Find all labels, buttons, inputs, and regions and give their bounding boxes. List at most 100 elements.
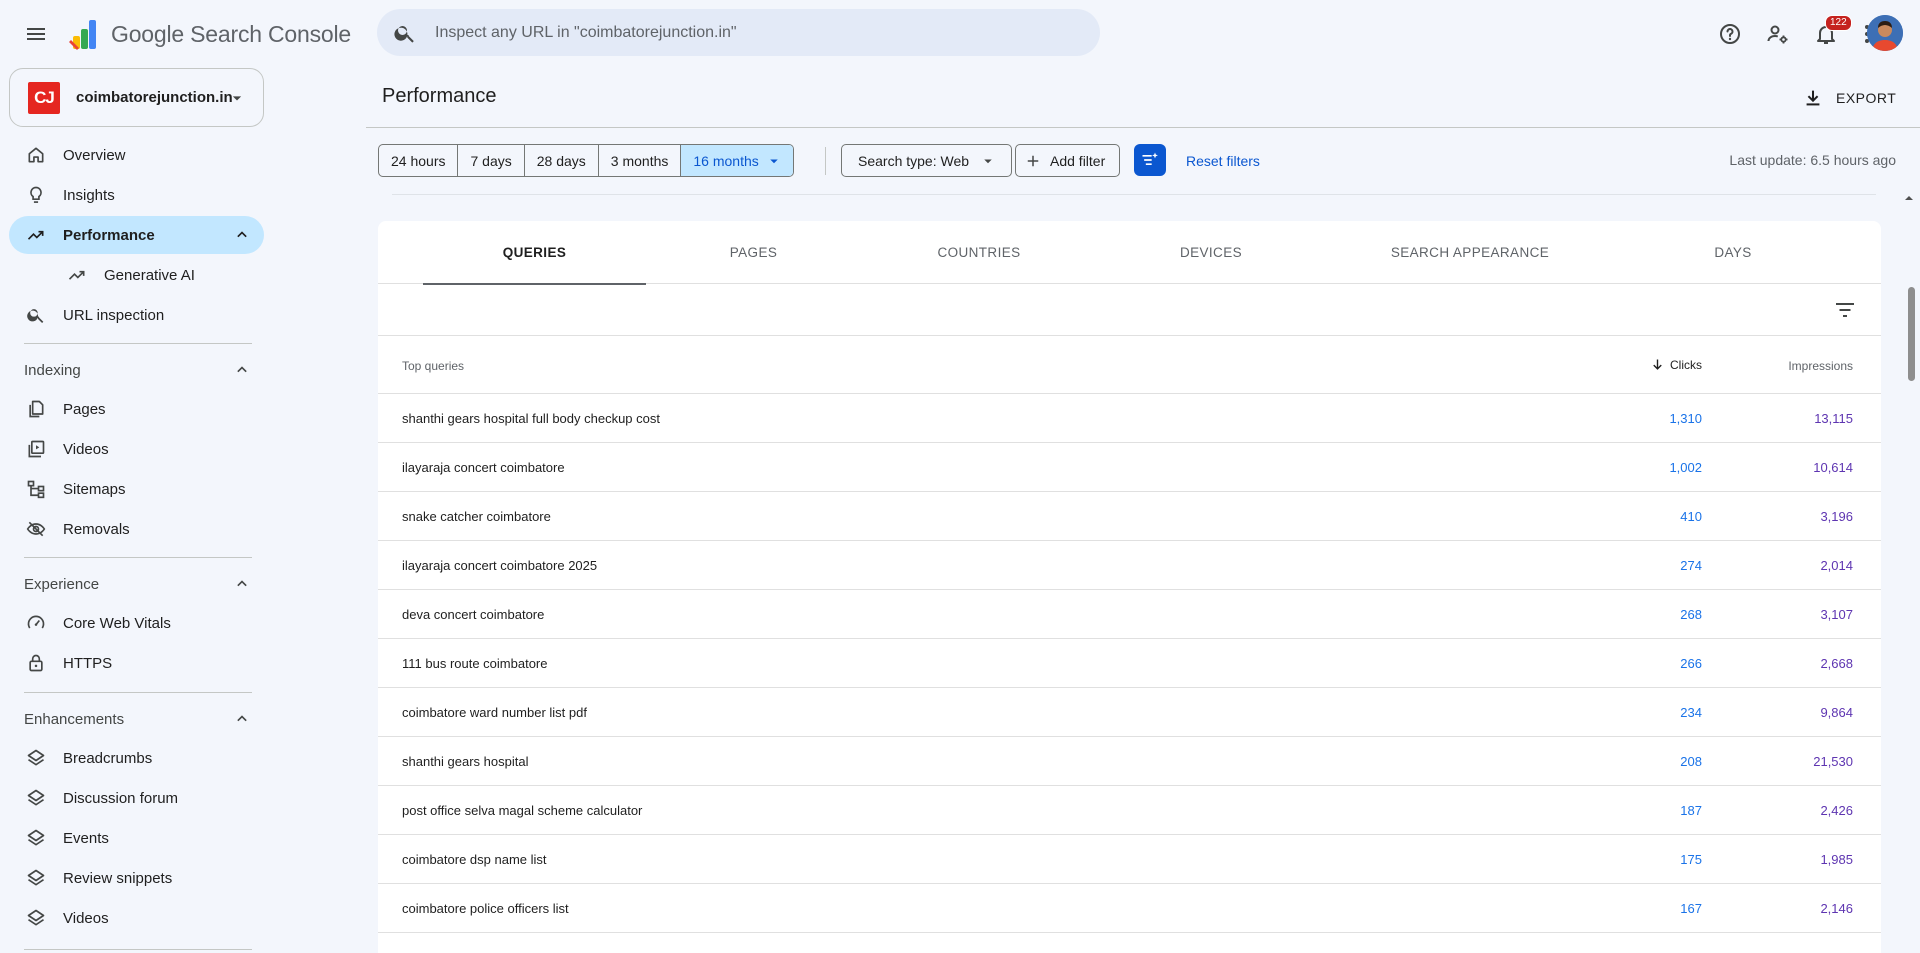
table-row[interactable]: coimbatore dsp name list 175 1,985 (378, 835, 1881, 884)
nav-removals[interactable]: Removals (9, 510, 264, 548)
nav-review-snippets[interactable]: Review snippets (9, 859, 264, 897)
table-toolbar (378, 284, 1881, 336)
chevron-up-icon[interactable] (232, 225, 252, 245)
tab-pages[interactable]: PAGES (646, 221, 861, 284)
app-brand[interactable]: Google Search Console (67, 15, 351, 53)
scrollbar-thumb[interactable] (1908, 287, 1915, 381)
search-console-logo-icon (69, 20, 96, 50)
clicks-cell: 208 (1680, 754, 1702, 769)
section-enhancements[interactable]: Enhancements (9, 701, 264, 737)
column-header-clicks[interactable]: Clicks (1650, 357, 1702, 372)
dropdown-caret-icon (770, 159, 778, 163)
tab-search-appearance[interactable]: SEARCH APPEARANCE (1325, 221, 1615, 284)
nav-url-inspection[interactable]: URL inspection (9, 296, 264, 334)
add-filter-button[interactable]: Add filter (1015, 144, 1121, 177)
nav-insights-label: Insights (63, 186, 115, 204)
nav-videos-enhancements[interactable]: Videos (9, 899, 264, 937)
report-card: QUERIES PAGES COUNTRIES DEVICES SEARCH A… (378, 221, 1881, 953)
nav-performance-label: Performance (63, 226, 155, 244)
export-button[interactable]: EXPORT (1802, 82, 1896, 114)
filter-settings-button[interactable] (1134, 144, 1166, 176)
impressions-cell: 3,196 (1820, 509, 1853, 524)
table-row[interactable]: snake catcher coimbatore 410 3,196 (378, 492, 1881, 541)
filter-separator (825, 147, 826, 175)
nav-insights[interactable]: Insights (9, 176, 264, 214)
impressions-cell: 2,014 (1820, 558, 1853, 573)
nav-discussion-forum[interactable]: Discussion forum (9, 779, 264, 817)
sitemap-icon (27, 480, 45, 499)
tab-queries[interactable]: QUERIES (423, 221, 646, 285)
table-row[interactable]: coimbatore police officers list 167 2,146 (378, 884, 1881, 933)
tab-days[interactable]: DAYS (1615, 221, 1851, 284)
query-cell: coimbatore ward number list pdf (402, 705, 587, 720)
nav-https[interactable]: HTTPS (9, 644, 264, 682)
impressions-cell: 2,668 (1820, 656, 1853, 671)
table-row[interactable]: shanthi gears hospital full body checkup… (378, 394, 1881, 443)
notifications-button[interactable]: 122 (1806, 14, 1852, 54)
nav-performance[interactable]: Performance (9, 216, 264, 254)
impressions-cell: 9,864 (1820, 705, 1853, 720)
download-icon (1806, 90, 1820, 106)
clicks-cell: 274 (1680, 558, 1702, 573)
nav-events[interactable]: Events (9, 819, 264, 857)
nav-videos-indexing[interactable]: Videos (9, 430, 264, 468)
reset-filters-link[interactable]: Reset filters (1186, 153, 1260, 169)
chart-bottom-edge (392, 194, 1876, 195)
nav-breadcrumbs[interactable]: Breadcrumbs (9, 739, 264, 777)
query-cell: ilayaraja concert coimbatore (402, 460, 565, 475)
range-24-hours[interactable]: 24 hours (379, 145, 459, 176)
nav-generative-ai[interactable]: Generative AI (9, 256, 264, 294)
nav-overview[interactable]: Overview (9, 136, 264, 174)
property-selector[interactable]: CJ coimbatorejunction.in (9, 68, 264, 127)
section-experience[interactable]: Experience (9, 566, 264, 602)
tab-countries[interactable]: COUNTRIES (861, 221, 1097, 284)
nav-sitemaps[interactable]: Sitemaps (9, 470, 264, 508)
nav-core-web-vitals[interactable]: Core Web Vitals (9, 604, 264, 642)
impressions-cell: 2,146 (1820, 901, 1853, 916)
table-row[interactable]: coimbatore ward number list pdf 234 9,864 (378, 688, 1881, 737)
section-indexing[interactable]: Indexing (9, 352, 264, 388)
export-label: EXPORT (1836, 90, 1897, 106)
main-menu-button[interactable] (20, 18, 52, 50)
nav-core-web-vitals-label: Core Web Vitals (63, 614, 171, 632)
range-28-days[interactable]: 28 days (525, 145, 599, 176)
trending-up-icon (27, 230, 44, 240)
table-row[interactable]: ilayaraja concert coimbatore 2025 274 2,01… (378, 541, 1881, 590)
pages-icon (29, 400, 44, 418)
account-settings-button[interactable] (1758, 14, 1798, 54)
dropdown-caret-icon (984, 159, 992, 163)
help-button[interactable] (1710, 14, 1750, 54)
search-icon (27, 309, 44, 323)
menu-icon (27, 28, 45, 40)
home-icon (28, 147, 44, 163)
search-input[interactable] (435, 23, 1035, 42)
table-row[interactable]: 111 bus route coimbatore 266 2,668 (378, 639, 1881, 688)
table-row[interactable]: shanthi gears hospital 208 21,530 (378, 737, 1881, 786)
query-cell: deva concert coimbatore (402, 607, 545, 622)
clicks-cell: 268 (1680, 607, 1702, 622)
nav-sitemaps-label: Sitemaps (63, 480, 126, 498)
search-type-filter[interactable]: Search type: Web (841, 144, 1013, 177)
nav-url-inspection-label: URL inspection (63, 306, 165, 324)
notification-count-badge: 122 (1825, 15, 1852, 31)
range-16-months-label: 16 months (693, 152, 759, 169)
column-header-impressions[interactable]: Impressions (1788, 359, 1853, 373)
tab-devices[interactable]: DEVICES (1097, 221, 1325, 284)
url-inspect-search[interactable] (377, 9, 1100, 56)
user-avatar[interactable] (1867, 15, 1903, 51)
layers-icon (27, 749, 45, 766)
filter-rows-icon[interactable] (1833, 298, 1857, 322)
range-16-months[interactable]: 16 months (681, 145, 793, 176)
range-3-months[interactable]: 3 months (599, 145, 682, 176)
nav-pages[interactable]: Pages (9, 390, 264, 428)
query-cell: ilayaraja concert coimbatore 2025 (402, 558, 598, 573)
table-row[interactable]: ilayaraja concert coimbatore 1,002 10,614 (378, 443, 1881, 492)
range-7-days[interactable]: 7 days (458, 145, 525, 176)
table-row[interactable]: deva concert coimbatore 268 3,107 (378, 590, 1881, 639)
nav-events-label: Events (63, 829, 109, 847)
table-row[interactable]: post office selva magal scheme calculato… (378, 786, 1881, 835)
clicks-cell: 234 (1680, 705, 1702, 720)
filter-sparkle-icon (1142, 152, 1158, 165)
scroll-up-arrow-icon[interactable] (1904, 193, 1914, 203)
table-body: shanthi gears hospital full body checkup… (378, 394, 1881, 933)
